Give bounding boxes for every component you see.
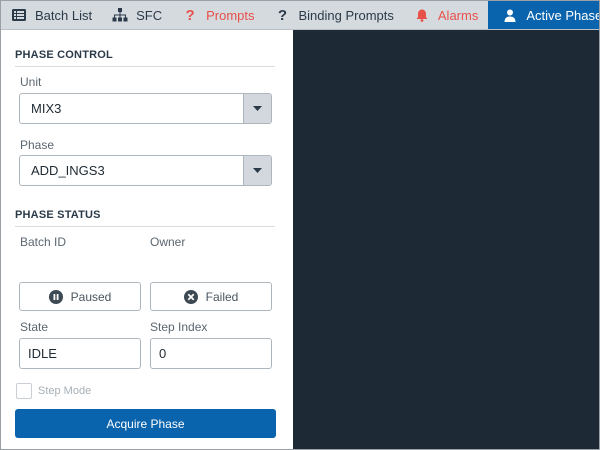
state-value: IDLE <box>28 346 57 361</box>
section-divider <box>15 226 275 227</box>
section-divider <box>15 66 275 67</box>
chevron-down-icon[interactable] <box>243 156 271 185</box>
failed-button[interactable]: Failed <box>150 282 272 311</box>
owner-label: Owner <box>150 235 186 249</box>
unit-label: Unit <box>20 75 42 89</box>
tab-label: Active Phases <box>526 7 599 23</box>
phase-select[interactable]: ADD_INGS3 <box>19 155 272 186</box>
batch-id-label: Batch ID <box>20 235 67 249</box>
tab-label: Alarms <box>437 7 479 23</box>
step-index-field[interactable]: 0 <box>150 338 272 369</box>
pause-icon <box>48 289 63 304</box>
chevron-down-icon[interactable] <box>243 94 271 123</box>
tab-label: SFC <box>136 7 163 23</box>
tab-prompts[interactable]: ? Prompts <box>172 1 264 29</box>
step-index-label: Step Index <box>150 320 208 334</box>
phase-status-title: PHASE STATUS <box>15 209 101 221</box>
step-mode-checkbox[interactable] <box>16 383 32 399</box>
tab-label: Batch List <box>35 7 93 23</box>
paused-label: Paused <box>70 289 112 304</box>
bell-icon <box>414 7 430 23</box>
close-circle-icon <box>183 289 198 304</box>
state-field[interactable]: IDLE <box>19 338 141 369</box>
phase-select-value: ADD_INGS3 <box>31 163 105 178</box>
list-icon <box>11 7 27 23</box>
sitemap-icon <box>112 7 128 23</box>
unit-select-value: MIX3 <box>31 101 62 116</box>
tab-binding-prompts[interactable]: ? Binding Prompts <box>265 1 404 29</box>
tab-bar: Batch List SFC ? Prompts ? Binding Promp… <box>1 1 599 30</box>
acquire-phase-label: Acquire Phase <box>106 416 185 431</box>
question-icon: ? <box>277 6 288 24</box>
tab-alarms[interactable]: Alarms <box>404 1 488 29</box>
tab-sfc[interactable]: SFC <box>102 1 172 29</box>
unit-select[interactable]: MIX3 <box>19 93 272 124</box>
paused-button[interactable]: Paused <box>19 282 141 311</box>
failed-label: Failed <box>205 289 239 304</box>
step-index-value: 0 <box>159 346 167 361</box>
phase-label: Phase <box>20 138 55 152</box>
app-window: Batch List SFC ? Prompts ? Binding Promp… <box>0 0 600 450</box>
content-pane <box>293 30 599 449</box>
step-mode-label: Step Mode <box>38 385 92 397</box>
tab-active-phases[interactable]: Active Phases <box>488 1 599 29</box>
tab-batch-list[interactable]: Batch List <box>1 1 102 29</box>
phase-panel: PHASE CONTROL Unit MIX3 Phase ADD_INGS3 … <box>1 30 293 449</box>
acquire-phase-button[interactable]: Acquire Phase <box>15 409 276 438</box>
state-label: State <box>20 320 49 334</box>
question-icon: ? <box>185 6 195 24</box>
user-icon <box>502 7 518 23</box>
tab-label: Prompts <box>206 7 255 23</box>
tab-label: Binding Prompts <box>298 7 394 23</box>
phase-control-title: PHASE CONTROL <box>15 49 113 61</box>
